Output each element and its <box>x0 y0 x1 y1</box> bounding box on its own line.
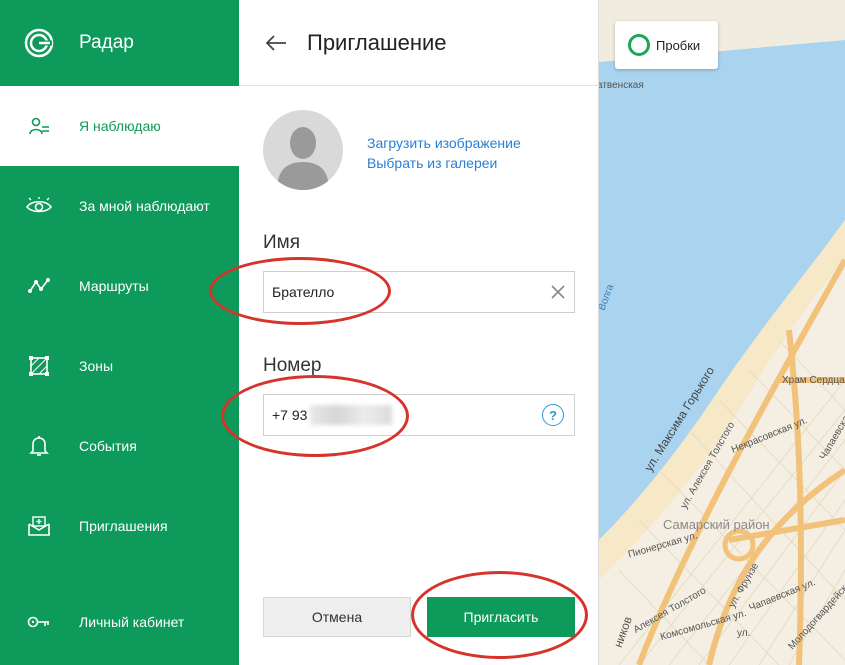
redacted-digits <box>310 405 392 425</box>
phone-field[interactable]: ? <box>263 394 575 436</box>
sidebar: Радар Я наблюдаю За мной наблюдают Маршр… <box>0 0 239 665</box>
map-label: ул. <box>737 628 751 639</box>
sidebar-item-account[interactable]: Личный кабинет <box>0 582 239 662</box>
cancel-button[interactable]: Отмена <box>263 597 411 637</box>
map-label: Храм Сердца <box>782 375 845 386</box>
sidebar-item-zones[interactable]: Зоны <box>0 326 239 406</box>
sidebar-item-label: Маршруты <box>79 278 149 294</box>
sidebar-item-watching[interactable]: Я наблюдаю <box>0 86 239 166</box>
map[interactable]: Пробки атвенская Волга ул. Максима Горьк… <box>599 0 845 665</box>
sidebar-item-label: Личный кабинет <box>79 614 185 630</box>
sidebar-item-label: События <box>79 438 137 454</box>
traffic-label: Пробки <box>656 37 701 53</box>
upload-image-link[interactable]: Загрузить изображение <box>367 133 521 153</box>
page-title: Приглашение <box>307 29 447 55</box>
choose-from-gallery-link[interactable]: Выбрать из галереи <box>367 153 521 173</box>
route-icon <box>26 273 52 299</box>
map-label: атвенская <box>599 80 644 91</box>
radar-logo-icon <box>24 28 54 58</box>
map-label: Самарский район <box>663 517 770 532</box>
back-arrow-icon[interactable] <box>263 30 289 56</box>
brand-title: Радар <box>79 32 134 53</box>
name-input[interactable] <box>264 272 574 312</box>
help-icon[interactable]: ? <box>542 404 564 426</box>
sidebar-item-watched-by[interactable]: За мной наблюдают <box>0 166 239 246</box>
invitation-panel: Приглашение Загрузить изображение Выбрат… <box>239 0 599 665</box>
sidebar-item-label: Я наблюдаю <box>79 118 161 134</box>
sidebar-item-routes[interactable]: Маршруты <box>0 246 239 326</box>
avatar[interactable] <box>263 110 343 190</box>
user-silhouette-icon <box>277 127 329 190</box>
traffic-light-icon <box>628 34 650 56</box>
sidebar-item-label: Зоны <box>79 358 114 374</box>
traffic-button[interactable]: Пробки <box>615 21 718 69</box>
clear-icon[interactable] <box>550 284 566 300</box>
name-field[interactable] <box>263 271 575 313</box>
brand: Радар <box>0 0 239 86</box>
key-icon <box>26 609 52 635</box>
panel-header: Приглашение <box>239 0 598 86</box>
people-icon <box>26 113 52 139</box>
sidebar-item-label: Приглашения <box>79 518 168 534</box>
name-label: Имя <box>263 232 301 253</box>
invite-button[interactable]: Пригласить <box>427 597 575 637</box>
map-background <box>599 0 845 665</box>
sidebar-item-label: За мной наблюдают <box>79 198 210 214</box>
sidebar-item-events[interactable]: События <box>0 406 239 486</box>
photo-links: Загрузить изображение Выбрать из галереи <box>367 133 521 173</box>
phone-label: Номер <box>263 355 322 376</box>
eye-icon <box>26 193 52 219</box>
zone-icon <box>26 353 52 379</box>
invite-envelope-icon <box>26 513 52 539</box>
bell-icon <box>26 433 52 459</box>
sidebar-item-invitations[interactable]: Приглашения <box>0 486 239 566</box>
